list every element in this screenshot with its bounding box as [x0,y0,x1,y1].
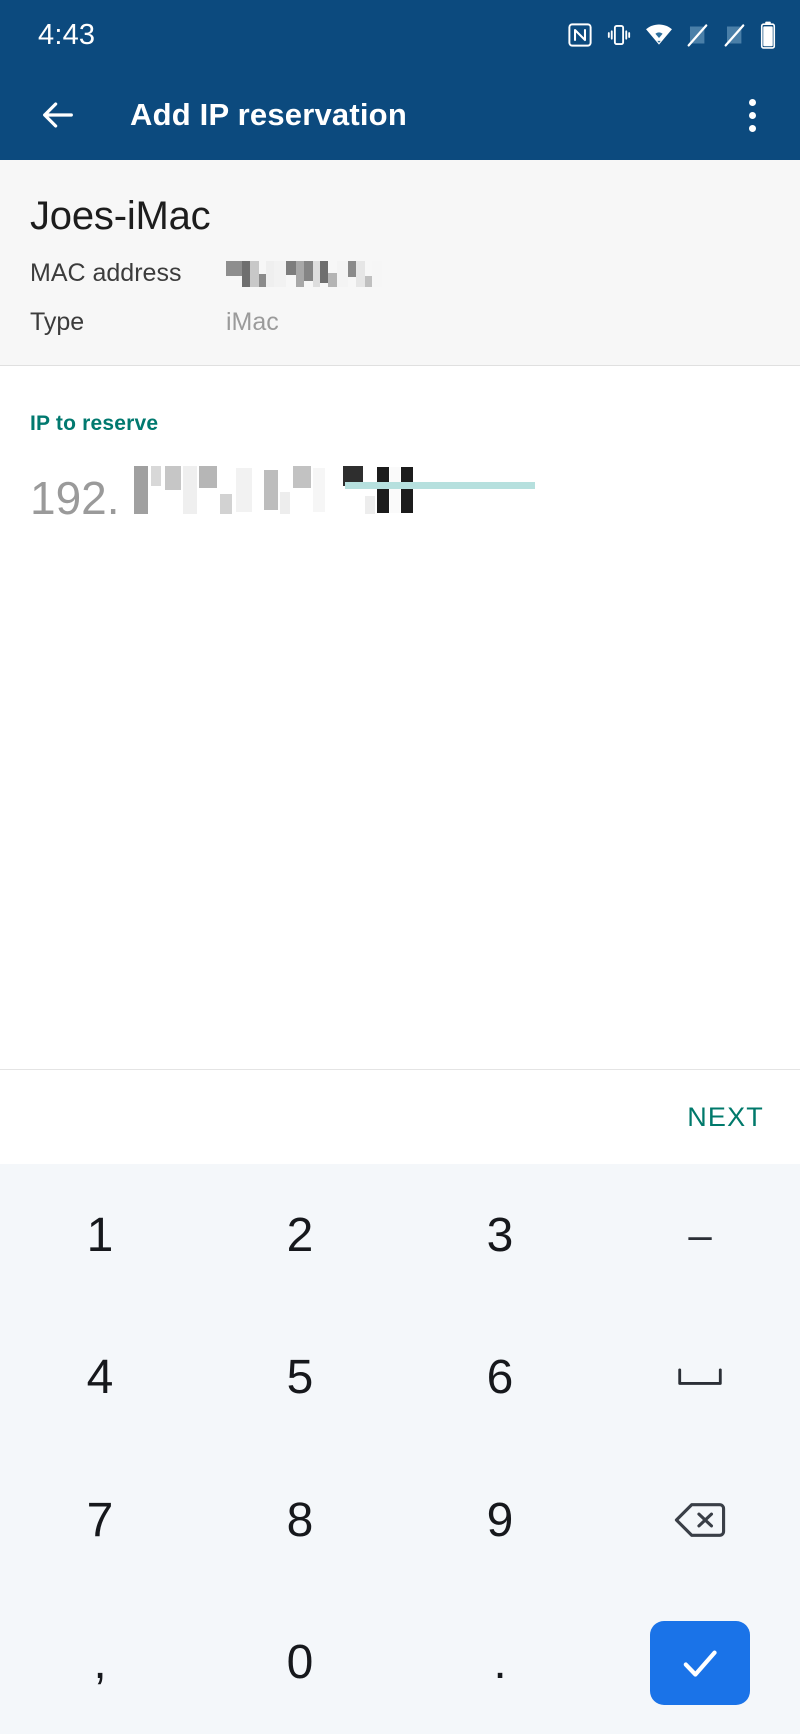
device-type-row: Type iMac [30,308,770,337]
wifi-icon [646,24,672,45]
key-6[interactable]: 6 [400,1307,600,1450]
ip-input-underline [345,482,535,489]
mac-address-redacted-value [226,260,426,287]
device-name: Joes-iMac [30,194,211,238]
ip-input-row[interactable]: 192. [30,466,770,526]
ip-field-label: IP to reserve [30,412,159,435]
vibrate-icon [607,24,631,46]
keypad-row: 4 5 6 [0,1307,800,1450]
key-5[interactable]: 5 [200,1307,400,1450]
signal-off-icon [687,24,708,47]
key-8[interactable]: 8 [200,1449,400,1592]
key-4[interactable]: 4 [0,1307,200,1450]
page-title: Add IP reservation [130,97,407,132]
key-7[interactable]: 7 [0,1449,200,1592]
key-dash[interactable]: – [600,1164,800,1307]
signal-off-icon [724,24,745,47]
back-button[interactable] [30,87,86,143]
keypad-row: , 0 . [0,1592,800,1734]
nfc-icon [568,23,592,47]
key-3[interactable]: 3 [400,1164,600,1307]
overflow-menu-button[interactable] [726,87,778,143]
next-button[interactable]: NEXT [681,1092,770,1143]
key-space[interactable] [600,1307,800,1450]
status-icon-tray [567,21,776,49]
status-clock: 4:43 [38,18,96,51]
back-arrow-icon [43,102,73,128]
key-period[interactable]: . [400,1592,600,1734]
action-bar: NEXT [0,1069,800,1164]
key-0[interactable]: 0 [200,1592,400,1734]
form-body: IP to reserve 192. [0,366,800,1069]
ip-redacted-value [126,466,413,514]
mac-address-label: MAC address [30,259,182,287]
menu-dot [748,98,756,106]
menu-dot [748,111,756,119]
numeric-keypad: 1 2 3 – 4 5 6 7 8 9 , 0 . [0,1164,800,1734]
key-enter[interactable] [650,1620,750,1705]
battery-icon [760,21,776,49]
ip-prefix-text: 192. [30,472,120,524]
check-icon [683,1650,717,1677]
keypad-row: 1 2 3 – [0,1164,800,1307]
key-comma[interactable]: , [0,1592,200,1734]
space-bar-icon [678,1368,722,1385]
device-type-value: iMac [226,308,279,336]
mac-address-row: MAC address [30,259,770,288]
key-1[interactable]: 1 [0,1164,200,1307]
key-enter-container [600,1592,800,1734]
key-9[interactable]: 9 [400,1449,600,1592]
key-2[interactable]: 2 [200,1164,400,1307]
device-type-label: Type [30,308,85,336]
app-screen: 4:43 Add IP reservation Joes-iMac MAC ad… [0,0,800,1734]
menu-dot [748,124,756,132]
backspace-icon [674,1503,726,1538]
keypad-row: 7 8 9 [0,1449,800,1592]
key-backspace[interactable] [600,1449,800,1592]
device-info-card: Joes-iMac MAC address Type iMac [0,160,800,366]
app-bar: Add IP reservation [0,70,800,160]
status-bar: 4:43 [0,0,800,70]
